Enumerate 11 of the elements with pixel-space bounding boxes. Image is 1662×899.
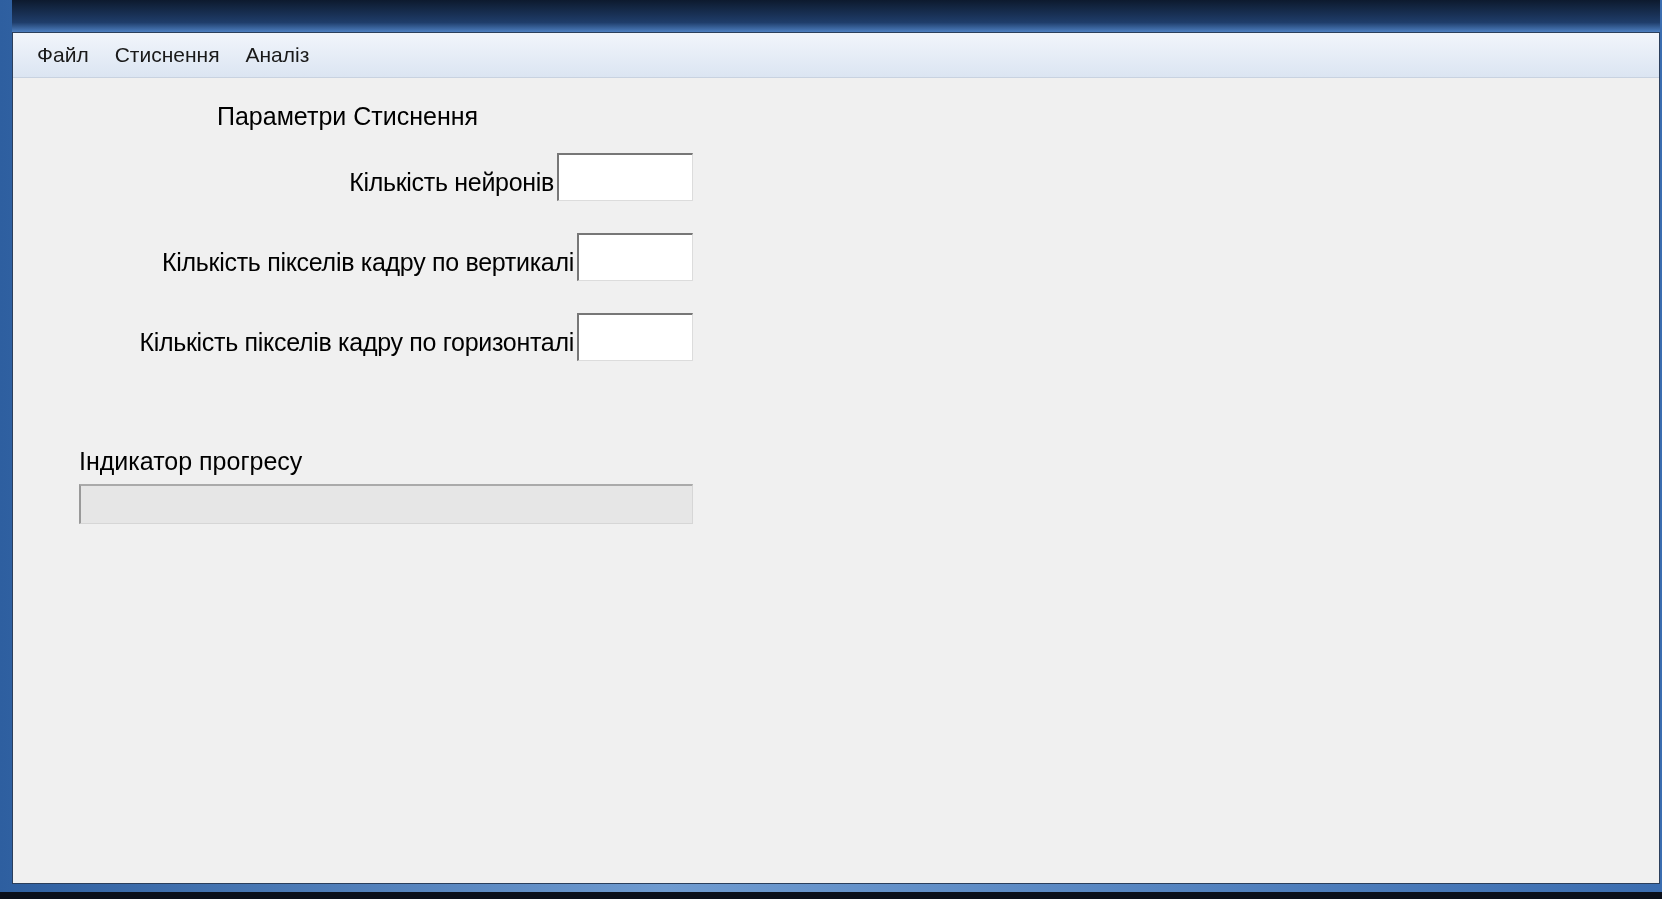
input-field[interactable] <box>557 153 693 201</box>
progress-label: Індикатор прогресу <box>79 447 303 476</box>
menu-item[interactable]: Стиснення <box>104 41 230 69</box>
menu-item[interactable]: Аналіз <box>235 41 320 69</box>
field-label: Кількість нейронів <box>349 166 554 197</box>
menu-item[interactable]: Файл <box>27 41 99 69</box>
input-field[interactable] <box>577 233 693 281</box>
field-label: Кількість пікселів кадру по вертикалі <box>162 246 574 277</box>
input-field[interactable] <box>577 313 693 361</box>
field-label: Кількість пікселів кадру по горизонталі <box>139 326 574 357</box>
section-title: Параметри Стиснення <box>217 102 480 131</box>
